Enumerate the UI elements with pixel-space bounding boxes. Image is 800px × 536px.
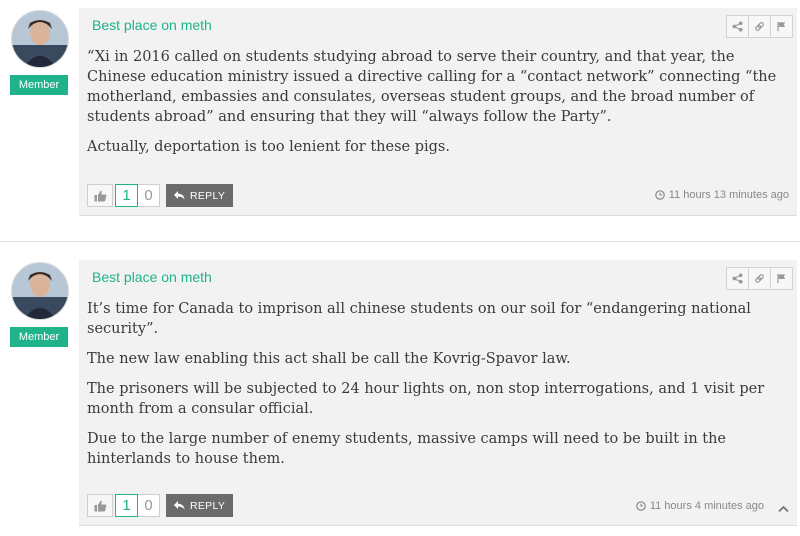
collapse-button[interactable] — [778, 500, 789, 518]
member-badge: Member — [10, 75, 68, 95]
reply-arrow-icon — [174, 501, 185, 510]
share-icon — [732, 21, 743, 32]
chevron-up-icon — [778, 505, 789, 513]
member-badge: Member — [10, 327, 68, 347]
timestamp[interactable]: 11 hours 4 minutes ago — [636, 500, 764, 512]
link-button[interactable] — [748, 267, 771, 290]
flag-button[interactable] — [770, 15, 793, 38]
link-button[interactable] — [748, 15, 771, 38]
timestamp-text: 11 hours 13 minutes ago — [668, 189, 789, 201]
share-button[interactable] — [726, 267, 749, 290]
comment-body: It’s time for Canada to imprison all chi… — [87, 299, 787, 479]
comment-paragraph: Actually, deportation is too lenient for… — [87, 139, 450, 155]
vote-counter: 1 0 — [115, 184, 160, 207]
comment-actions: 1 0 REPLY — [87, 494, 234, 517]
upvote-count[interactable]: 1 — [115, 184, 138, 207]
timestamp[interactable]: 11 hours 13 minutes ago — [654, 189, 789, 201]
comment-paragraph: The new law enabling this act shall be c… — [87, 351, 571, 367]
upvote-count[interactable]: 1 — [115, 494, 138, 517]
author-name[interactable]: Best place on meth — [92, 17, 212, 33]
comment: Member Best place on meth “Xi in 2016 ca… — [0, 0, 800, 238]
flag-icon — [777, 273, 786, 284]
clock-icon — [654, 190, 665, 200]
thumbs-up-icon — [94, 500, 106, 511]
comment-box: Best place on meth It’s time for Canada … — [79, 260, 797, 526]
comment-box: Best place on meth “Xi in 2016 called on… — [79, 8, 797, 216]
comment-paragraph: It’s time for Canada to imprison all chi… — [87, 301, 751, 337]
thumbs-up-icon — [94, 190, 106, 201]
share-button[interactable] — [726, 15, 749, 38]
comment-actions: 1 0 REPLY — [87, 184, 234, 207]
reply-label: REPLY — [190, 189, 226, 202]
avatar[interactable] — [11, 262, 69, 320]
comment-paragraph: The prisoners will be subjected to 24 ho… — [87, 381, 765, 417]
reply-label: REPLY — [190, 499, 226, 512]
clock-icon — [636, 501, 646, 511]
downvote-count[interactable]: 0 — [138, 495, 159, 516]
vote-counter: 1 0 — [115, 494, 160, 517]
flag-icon — [777, 21, 786, 32]
reply-button[interactable]: REPLY — [166, 184, 234, 207]
timestamp-text: 11 hours 4 minutes ago — [649, 500, 764, 512]
reply-button[interactable]: REPLY — [166, 494, 234, 517]
reply-arrow-icon — [174, 191, 185, 200]
comment-body: “Xi in 2016 called on students studying … — [87, 47, 787, 167]
comment: Member Best place on meth It’s time for … — [0, 252, 800, 536]
author-name[interactable]: Best place on meth — [92, 269, 212, 285]
downvote-count[interactable]: 0 — [138, 185, 159, 206]
link-icon — [755, 274, 764, 283]
comment-paragraph: “Xi in 2016 called on students studying … — [87, 49, 777, 125]
comment-divider — [0, 241, 800, 242]
comment-tools — [726, 267, 793, 290]
like-button[interactable] — [87, 184, 113, 207]
flag-button[interactable] — [770, 267, 793, 290]
like-button[interactable] — [87, 494, 113, 517]
share-icon — [732, 273, 743, 284]
link-icon — [755, 22, 764, 31]
comment-tools — [726, 15, 793, 38]
comment-paragraph: Due to the large number of enemy student… — [87, 431, 727, 467]
avatar[interactable] — [11, 10, 69, 68]
